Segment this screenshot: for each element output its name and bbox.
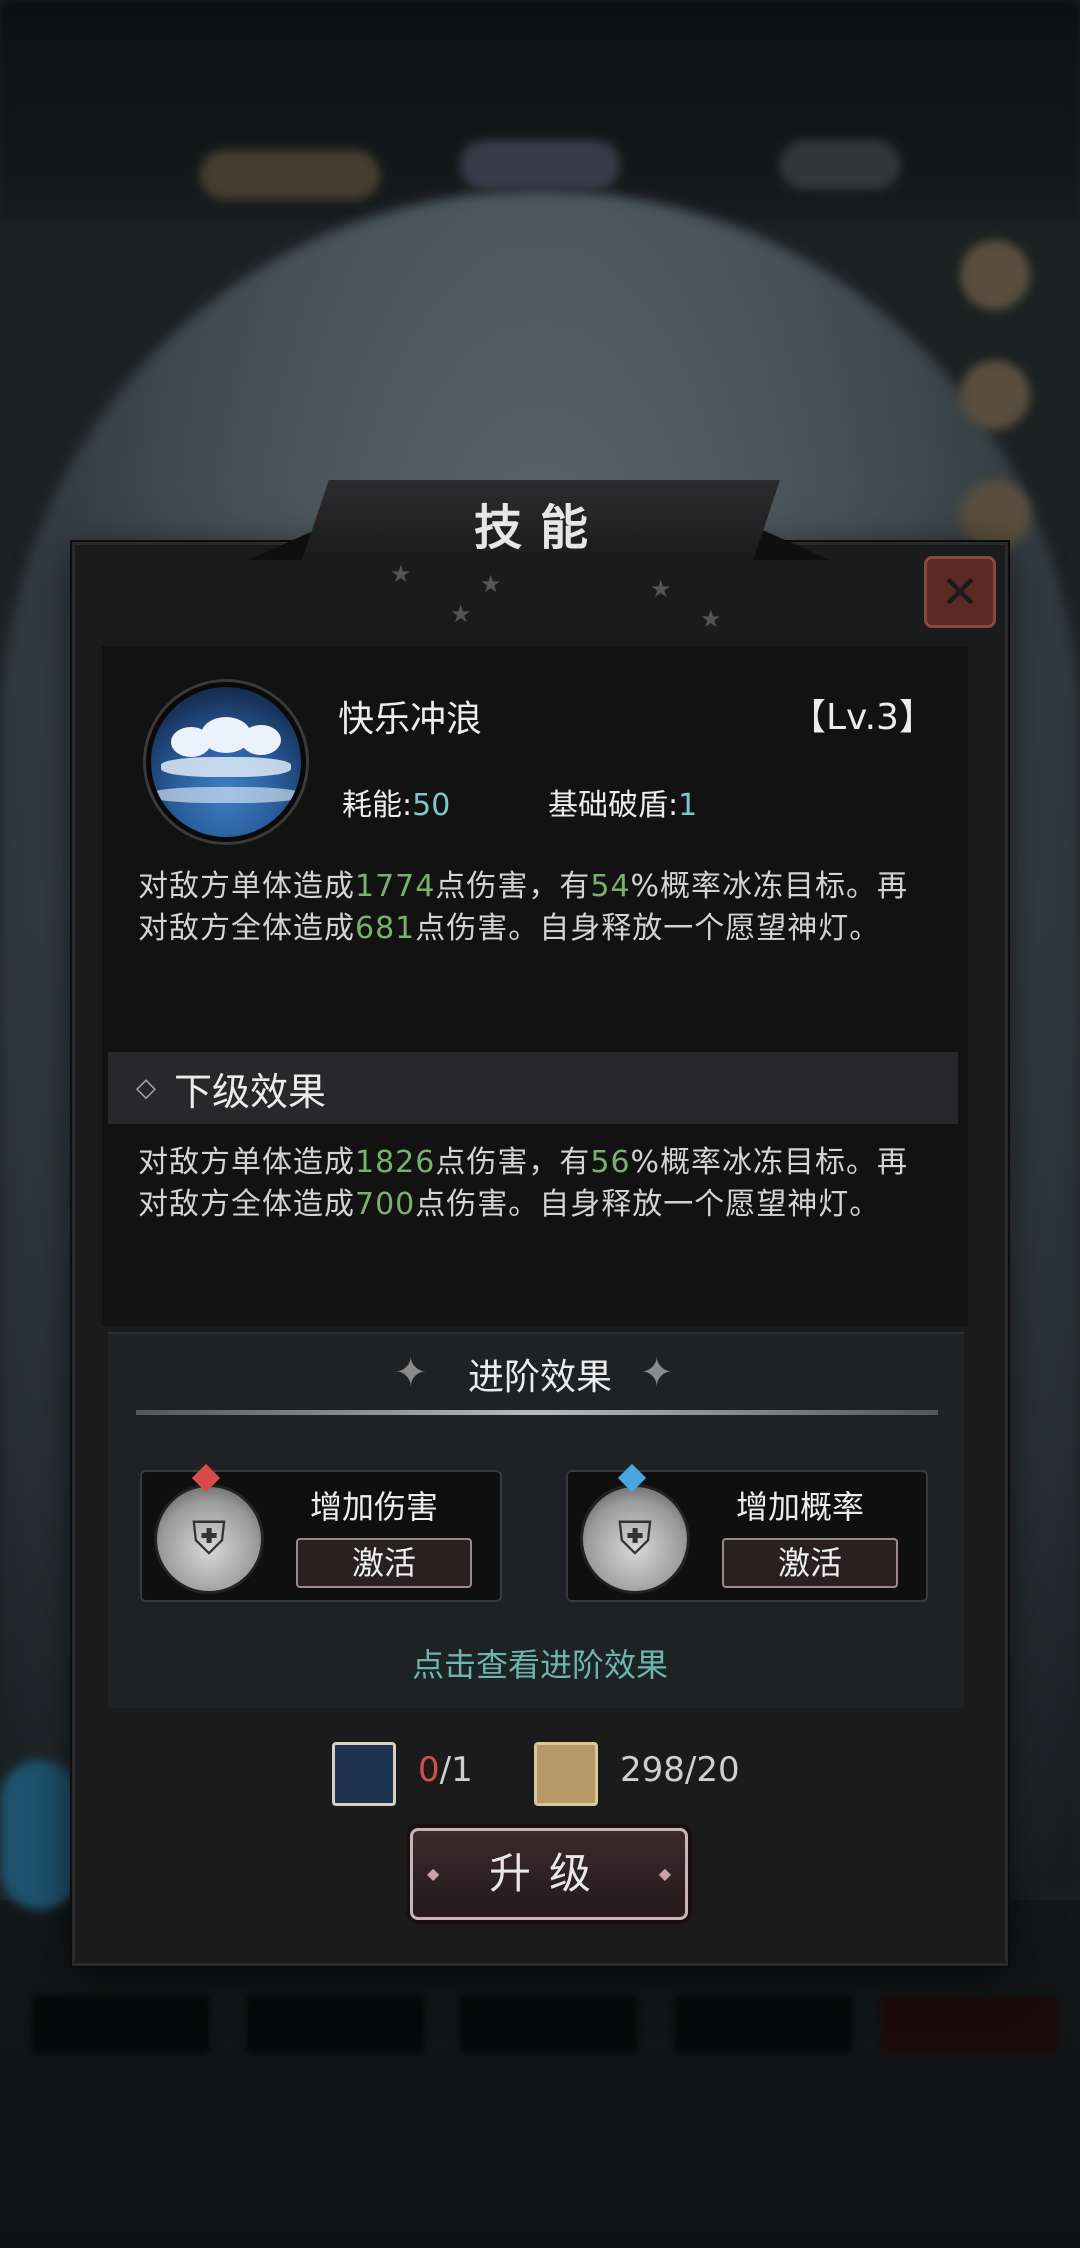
advanced-card-name: 增加概率 [736,1488,865,1526]
diamond-icon: ◇ [136,1073,156,1103]
shield-lock-icon: ⛨ [580,1484,690,1594]
next-level-description: 对敌方单体造成1826点伤害，有56%概率冰冻目标。再 对敌方全体造成700点伤… [138,1145,909,1222]
dialog-title-banner: 技能 [300,480,780,566]
close-button[interactable]: ✕ [924,556,996,628]
scroll-material-icon [534,1742,598,1806]
skill-description: 对敌方单体造成1774点伤害，有54%概率冰冻目标。再 对敌方全体造成681点伤… [138,869,909,946]
activate-button[interactable]: 激活 [296,1538,472,1588]
advanced-card-damage[interactable]: ⛨ 增加伤害 激活 [140,1463,502,1602]
advanced-card-chance[interactable]: ⛨ 增加概率 激活 [566,1463,928,1602]
star-decoration-icon: ★ [700,605,722,633]
dialog-title: 技能 [473,500,606,556]
view-advanced-link[interactable]: 点击查看进阶效果 [0,1640,1080,1686]
star-decoration-icon: ★ [650,575,672,603]
star-decoration-icon: ★ [390,560,412,588]
next-level-title: 下级效果 [174,1069,327,1114]
skill-book-icon [332,1742,396,1806]
next-level-header: ◇ 下级效果 [108,1052,958,1124]
scroll-material-cost: 298/20 [620,1750,740,1790]
close-icon: ✕ [940,565,980,619]
skill-name: 快乐冲浪 [338,699,483,740]
divider [136,1410,938,1415]
energy-cost-stat: 耗能:50 [342,788,451,823]
upgrade-button[interactable]: 升级 [410,1828,688,1920]
star-decoration-icon: ★ [450,600,472,628]
advanced-card-name: 增加伤害 [310,1488,439,1526]
wave-skill-icon [146,682,306,842]
skill-book-cost: 0/1 [418,1750,473,1790]
shield-lock-icon: ⛨ [154,1484,264,1594]
shield-break-stat: 基础破盾:1 [548,788,698,823]
activate-button[interactable]: 激活 [722,1538,898,1588]
skill-level: 【Lv.3】 [790,697,935,738]
advanced-effects-title: 进阶效果 [467,1357,612,1398]
star-decoration-icon: ★ [480,570,502,598]
